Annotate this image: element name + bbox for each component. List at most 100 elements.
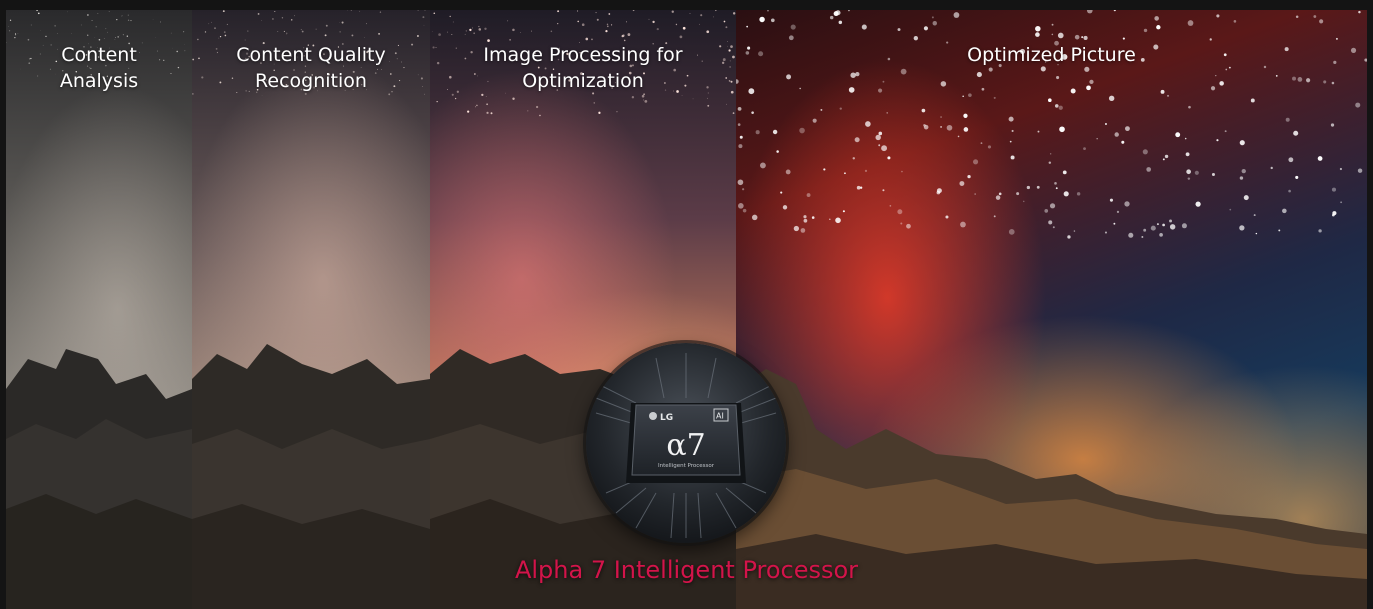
star [350,10,352,11]
star [1036,185,1040,189]
star [378,33,380,35]
star [1225,68,1228,71]
star [742,188,745,191]
star [1089,79,1094,85]
star [214,27,216,30]
star [1121,140,1125,144]
star [478,28,482,31]
star [261,20,263,21]
star [725,26,728,29]
star [507,20,509,22]
star [417,10,419,11]
star [226,23,228,25]
star [469,28,472,32]
star [1105,123,1107,125]
star [785,169,791,175]
star [913,35,919,41]
star [844,172,846,175]
star [652,20,655,24]
star [923,26,929,31]
star [30,24,32,26]
star [170,32,172,34]
star [1219,81,1224,86]
panel-optimized-picture: Optimized Picture [736,10,1367,609]
star [325,24,328,27]
star [799,87,801,90]
star [623,39,626,42]
star [715,10,717,12]
star [97,13,99,14]
star [8,30,11,32]
star [1113,222,1116,225]
star [1125,126,1130,132]
star [1331,187,1337,192]
star [596,18,599,21]
star [1169,224,1176,230]
star [1156,223,1159,226]
star [799,127,805,134]
star [671,10,674,13]
star [577,10,579,12]
star [875,134,881,141]
star [550,30,553,33]
star [1288,157,1294,163]
star [737,179,744,186]
star [27,38,30,41]
star [878,144,881,147]
star [963,127,969,132]
star [732,12,736,15]
star [751,111,754,114]
star [897,209,903,215]
star [793,225,800,232]
star [864,169,868,173]
star [751,214,758,221]
star [746,25,748,28]
star [87,34,89,36]
star [963,113,968,118]
star [1209,38,1212,41]
star [1058,105,1063,110]
star [782,205,788,210]
star [1319,19,1324,24]
star [682,26,686,30]
star [1059,126,1065,133]
star [366,23,367,25]
star [1035,25,1041,32]
star [585,37,589,41]
star [1128,232,1134,238]
star [1215,74,1217,77]
star [622,34,625,37]
star [339,31,341,33]
star [770,18,775,23]
star [803,215,807,219]
star [1162,223,1165,227]
star [557,23,559,25]
star [17,33,19,35]
star [1048,98,1052,103]
star [838,20,843,25]
star [91,19,93,21]
star [1116,210,1120,214]
panel-label: Content Analysis [59,44,139,92]
star [1076,192,1081,196]
star [15,34,17,36]
star [842,210,845,213]
star [1224,130,1227,133]
star [960,221,966,228]
star [447,31,449,33]
star [183,31,185,33]
star [806,193,811,198]
star [36,10,38,11]
star [37,12,40,15]
star [1194,170,1199,175]
star [1154,16,1159,21]
star [882,189,885,192]
star [1164,154,1169,159]
star [610,24,613,26]
star [486,103,489,106]
star [436,100,438,103]
star [1114,132,1119,137]
star [121,15,123,17]
star [1162,158,1165,161]
star [478,25,480,28]
